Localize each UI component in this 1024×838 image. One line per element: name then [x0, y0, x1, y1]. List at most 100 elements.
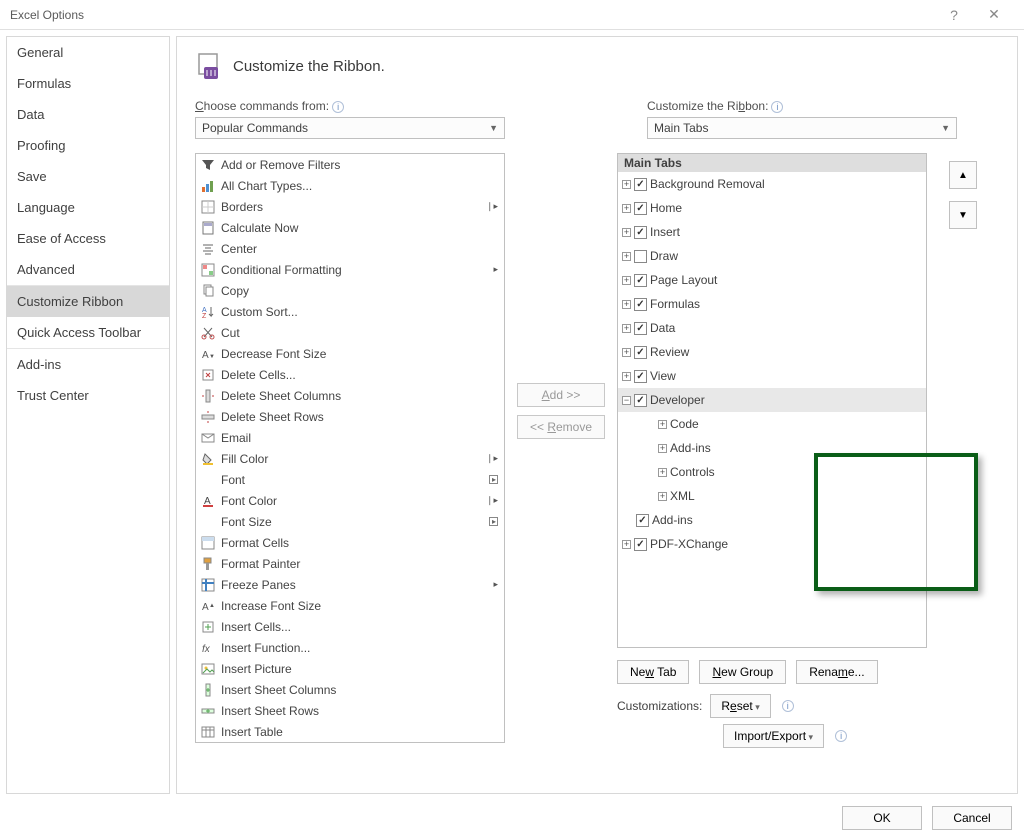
expand-toggle[interactable]: −: [622, 396, 631, 405]
expand-toggle[interactable]: +: [622, 204, 631, 213]
tab-item-draw[interactable]: +Draw: [618, 244, 926, 268]
customize-ribbon-dropdown[interactable]: Main Tabs▼: [647, 117, 957, 139]
expand-toggle[interactable]: +: [622, 324, 631, 333]
move-down-button[interactable]: ▼: [949, 201, 977, 229]
command-item[interactable]: Insert Sheet Rows: [196, 700, 504, 721]
command-item[interactable]: Insert Picture: [196, 658, 504, 679]
remove-button[interactable]: << Remove: [517, 415, 605, 439]
expand-toggle[interactable]: +: [622, 180, 631, 189]
expand-toggle[interactable]: +: [658, 468, 667, 477]
expand-toggle[interactable]: +: [622, 276, 631, 285]
tab-item-developer[interactable]: −Developer: [618, 388, 926, 412]
tab-item-page-layout[interactable]: +Page Layout: [618, 268, 926, 292]
sidebar-item-quick-access-toolbar[interactable]: Quick Access Toolbar: [7, 317, 169, 348]
command-item[interactable]: A▼Decrease Font Size: [196, 343, 504, 364]
ribbon-tabs-tree[interactable]: Main Tabs +Background Removal+Home+Inser…: [617, 153, 927, 648]
tab-checkbox[interactable]: [634, 346, 647, 359]
sidebar-item-language[interactable]: Language: [7, 192, 169, 223]
tab-item-data[interactable]: +Data: [618, 316, 926, 340]
expand-toggle[interactable]: +: [658, 492, 667, 501]
sidebar-item-trust-center[interactable]: Trust Center: [7, 380, 169, 411]
sidebar-item-formulas[interactable]: Formulas: [7, 68, 169, 99]
command-item[interactable]: AZCustom Sort...: [196, 301, 504, 322]
sidebar-item-general[interactable]: General: [7, 37, 169, 68]
sidebar-item-proofing[interactable]: Proofing: [7, 130, 169, 161]
expand-toggle[interactable]: +: [622, 372, 631, 381]
command-item[interactable]: Format Cells: [196, 532, 504, 553]
tab-item-pdf-xchange[interactable]: +PDF-XChange: [618, 532, 926, 556]
tab-group-item[interactable]: +XML: [618, 484, 926, 508]
sidebar-item-data[interactable]: Data: [7, 99, 169, 130]
command-item[interactable]: fxInsert Function...: [196, 637, 504, 658]
tab-item-add-ins[interactable]: Add-ins: [618, 508, 926, 532]
tab-group-item[interactable]: +Controls: [618, 460, 926, 484]
reset-button[interactable]: Reset: [710, 694, 770, 718]
tab-checkbox[interactable]: [634, 538, 647, 551]
add-button[interactable]: Add >>: [517, 383, 605, 407]
command-item[interactable]: Delete Sheet Columns: [196, 385, 504, 406]
command-item[interactable]: Copy: [196, 280, 504, 301]
tab-item-insert[interactable]: +Insert: [618, 220, 926, 244]
info-icon[interactable]: i: [782, 700, 794, 712]
command-item[interactable]: Freeze Panes▸: [196, 574, 504, 595]
tab-checkbox[interactable]: [634, 298, 647, 311]
expand-toggle[interactable]: +: [622, 228, 631, 237]
tab-checkbox[interactable]: [634, 250, 647, 263]
info-icon[interactable]: i: [771, 101, 783, 113]
tab-checkbox[interactable]: [634, 322, 647, 335]
command-item[interactable]: Center: [196, 238, 504, 259]
info-icon[interactable]: i: [835, 730, 847, 742]
sidebar-item-customize-ribbon[interactable]: Customize Ribbon: [7, 286, 169, 317]
command-item[interactable]: Insert Sheet Columns: [196, 679, 504, 700]
close-button[interactable]: ✕: [974, 6, 1014, 23]
help-button[interactable]: ?: [934, 7, 974, 23]
command-item[interactable]: Fill Color❘▸: [196, 448, 504, 469]
move-up-button[interactable]: ▲: [949, 161, 977, 189]
ok-button[interactable]: OK: [842, 806, 922, 830]
choose-commands-dropdown[interactable]: Popular Commands▼: [195, 117, 505, 139]
tab-checkbox[interactable]: [634, 370, 647, 383]
sidebar-item-save[interactable]: Save: [7, 161, 169, 192]
command-item[interactable]: Format Painter: [196, 553, 504, 574]
new-group-button[interactable]: New Group: [699, 660, 786, 684]
new-tab-button[interactable]: New Tab: [617, 660, 689, 684]
command-item[interactable]: Font Size: [196, 511, 504, 532]
command-item[interactable]: Insert Cells...: [196, 616, 504, 637]
tab-checkbox[interactable]: [634, 226, 647, 239]
tab-item-formulas[interactable]: +Formulas: [618, 292, 926, 316]
tab-checkbox[interactable]: [634, 202, 647, 215]
command-item[interactable]: Add or Remove Filters: [196, 154, 504, 175]
expand-toggle[interactable]: +: [622, 540, 631, 549]
tab-item-background-removal[interactable]: +Background Removal: [618, 172, 926, 196]
tab-item-review[interactable]: +Review: [618, 340, 926, 364]
commands-listbox[interactable]: Add or Remove FiltersAll Chart Types...B…: [195, 153, 505, 743]
command-item[interactable]: Borders❘▸: [196, 196, 504, 217]
command-item[interactable]: Insert Table: [196, 721, 504, 742]
command-item[interactable]: AFont Color❘▸: [196, 490, 504, 511]
cancel-button[interactable]: Cancel: [932, 806, 1012, 830]
command-item[interactable]: Calculate Now: [196, 217, 504, 238]
expand-toggle[interactable]: +: [622, 252, 631, 261]
command-item[interactable]: Cut: [196, 322, 504, 343]
tab-item-home[interactable]: +Home: [618, 196, 926, 220]
command-item[interactable]: All Chart Types...: [196, 175, 504, 196]
expand-toggle[interactable]: +: [658, 444, 667, 453]
sidebar-item-advanced[interactable]: Advanced: [7, 254, 169, 285]
tab-group-item[interactable]: +Code: [618, 412, 926, 436]
import-export-button[interactable]: Import/Export: [723, 724, 824, 748]
expand-toggle[interactable]: +: [622, 348, 631, 357]
expand-toggle[interactable]: +: [658, 420, 667, 429]
sidebar-item-ease-of-access[interactable]: Ease of Access: [7, 223, 169, 254]
command-item[interactable]: Email: [196, 427, 504, 448]
command-item[interactable]: Conditional Formatting▸: [196, 259, 504, 280]
command-item[interactable]: Delete Sheet Rows: [196, 406, 504, 427]
tab-checkbox[interactable]: [634, 394, 647, 407]
tab-checkbox[interactable]: [634, 178, 647, 191]
rename-button[interactable]: Rename...: [796, 660, 877, 684]
command-item[interactable]: Font: [196, 469, 504, 490]
command-item[interactable]: Delete Cells...: [196, 364, 504, 385]
command-item[interactable]: A▲Increase Font Size: [196, 595, 504, 616]
tab-checkbox[interactable]: [634, 274, 647, 287]
tab-group-item[interactable]: +Add-ins: [618, 436, 926, 460]
sidebar-item-add-ins[interactable]: Add-ins: [7, 349, 169, 380]
